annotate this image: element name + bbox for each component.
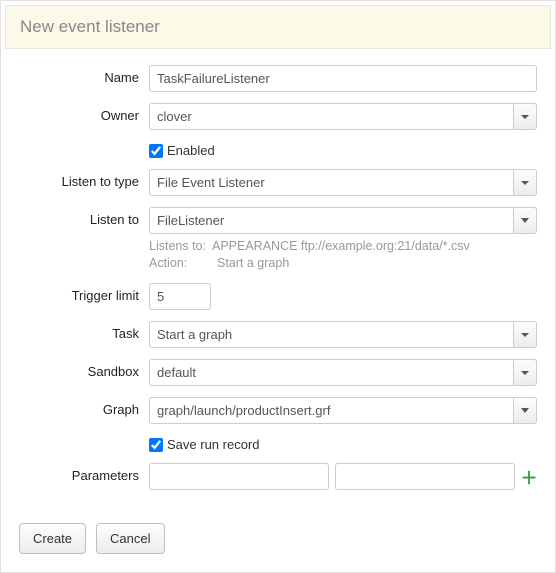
- enabled-checkbox-wrap[interactable]: Enabled: [149, 141, 537, 158]
- label-listen-to-type: Listen to type: [19, 169, 149, 189]
- label-listen-to: Listen to: [19, 207, 149, 227]
- label-owner: Owner: [19, 103, 149, 123]
- sandbox-dropdown-button[interactable]: [513, 359, 537, 386]
- label-task: Task: [19, 321, 149, 341]
- chevron-down-icon: [521, 115, 529, 119]
- triangle-down-icon: [521, 218, 529, 223]
- plus-icon[interactable]: ＋: [521, 469, 537, 485]
- graph-input[interactable]: [149, 397, 513, 424]
- action-hint-label: Action:: [149, 255, 211, 272]
- listens-to-hint: Listens to: APPEARANCE ftp://example.org…: [149, 238, 537, 255]
- panel-title: New event listener: [20, 17, 536, 37]
- event-listener-panel: New event listener Name Owner: [0, 0, 556, 573]
- listen-to-select[interactable]: [149, 207, 513, 234]
- action-hint: Action: Start a graph: [149, 255, 537, 272]
- task-dropdown-button[interactable]: [513, 321, 537, 348]
- listens-to-hint-value: APPEARANCE ftp://example.org:21/data/*.c…: [212, 238, 470, 255]
- form-body: Name Owner Enabled: [5, 59, 551, 515]
- save-run-record-checkbox-wrap[interactable]: Save run record: [149, 435, 537, 452]
- listen-to-dropdown-button[interactable]: [513, 207, 537, 234]
- enabled-label: Enabled: [167, 143, 215, 158]
- label-graph: Graph: [19, 397, 149, 417]
- param-key-input[interactable]: [149, 463, 329, 490]
- panel-header: New event listener: [5, 5, 551, 49]
- label-parameters: Parameters: [19, 463, 149, 483]
- name-input[interactable]: [149, 65, 537, 92]
- listens-to-hint-label: Listens to:: [149, 238, 206, 255]
- owner-dropdown-button[interactable]: [513, 103, 537, 130]
- save-run-record-label: Save run record: [167, 437, 260, 452]
- chevron-down-icon: [521, 371, 529, 375]
- chevron-down-icon: [521, 181, 529, 185]
- enabled-checkbox[interactable]: [149, 144, 163, 158]
- label-name: Name: [19, 65, 149, 85]
- listen-to-type-select[interactable]: [149, 169, 513, 196]
- cancel-button[interactable]: Cancel: [96, 523, 164, 554]
- triangle-down-icon: [521, 408, 529, 413]
- owner-select[interactable]: [149, 103, 513, 130]
- footer: Create Cancel: [5, 515, 551, 568]
- trigger-limit-input[interactable]: [149, 283, 211, 310]
- create-button[interactable]: Create: [19, 523, 86, 554]
- label-sandbox: Sandbox: [19, 359, 149, 379]
- listen-to-type-dropdown-button[interactable]: [513, 169, 537, 196]
- graph-dropdown-button[interactable]: [513, 397, 537, 424]
- task-select[interactable]: [149, 321, 513, 348]
- sandbox-select[interactable]: [149, 359, 513, 386]
- action-hint-value: Start a graph: [217, 255, 289, 272]
- label-trigger-limit: Trigger limit: [19, 283, 149, 303]
- param-value-input[interactable]: [335, 463, 515, 490]
- chevron-down-icon: [521, 333, 529, 337]
- save-run-record-checkbox[interactable]: [149, 438, 163, 452]
